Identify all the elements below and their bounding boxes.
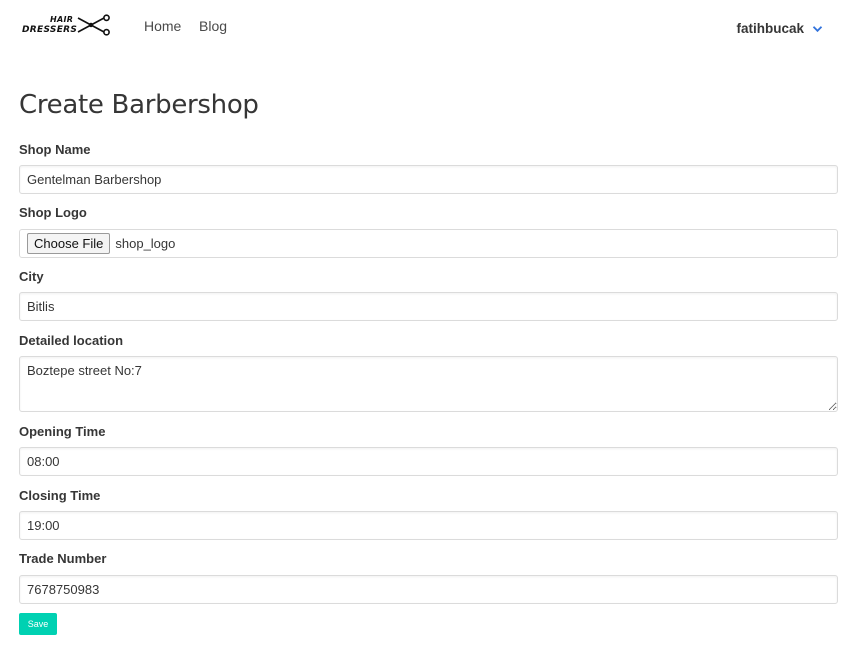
scissors-icon [77, 14, 110, 36]
closing-time-input[interactable] [19, 511, 838, 540]
hairdressers-logo[interactable]: HAIR DRESSERS [22, 14, 112, 38]
choose-file-button[interactable]: Choose File [27, 233, 111, 254]
logo-text-hair: HAIR [50, 15, 74, 24]
trade-number-label: Trade Number [19, 551, 107, 566]
closing-time-label: Closing Time [19, 488, 101, 503]
city-label: City [19, 269, 44, 284]
shop-name-label: Shop Name [19, 142, 91, 157]
detailed-location-textarea[interactable]: Boztepe street No:7 [19, 356, 838, 412]
navbar: HAIR DRESSERS Home Blog fatihbucak [0, 0, 857, 52]
shop-name-input[interactable] [19, 165, 838, 194]
page-title: Create Barbershop [19, 90, 259, 120]
nav-link-home[interactable]: Home [144, 18, 181, 34]
trade-number-input[interactable] [19, 575, 838, 604]
chevron-down-icon [812, 25, 823, 32]
nav-link-blog[interactable]: Blog [199, 18, 227, 34]
username: fatihbucak [736, 21, 804, 36]
save-button[interactable]: Save [19, 613, 57, 635]
user-menu-dropdown[interactable]: fatihbucak [736, 21, 823, 36]
logo-text-dressers: DRESSERS [22, 25, 78, 35]
opening-time-label: Opening Time [19, 424, 106, 439]
city-input[interactable] [19, 292, 838, 321]
opening-time-input[interactable] [19, 447, 838, 476]
shop-logo-label: Shop Logo [19, 205, 87, 220]
shop-logo-file-input[interactable]: Choose File shop_logo [19, 229, 838, 258]
detailed-location-label: Detailed location [19, 333, 124, 348]
selected-file-name: shop_logo [115, 236, 176, 251]
